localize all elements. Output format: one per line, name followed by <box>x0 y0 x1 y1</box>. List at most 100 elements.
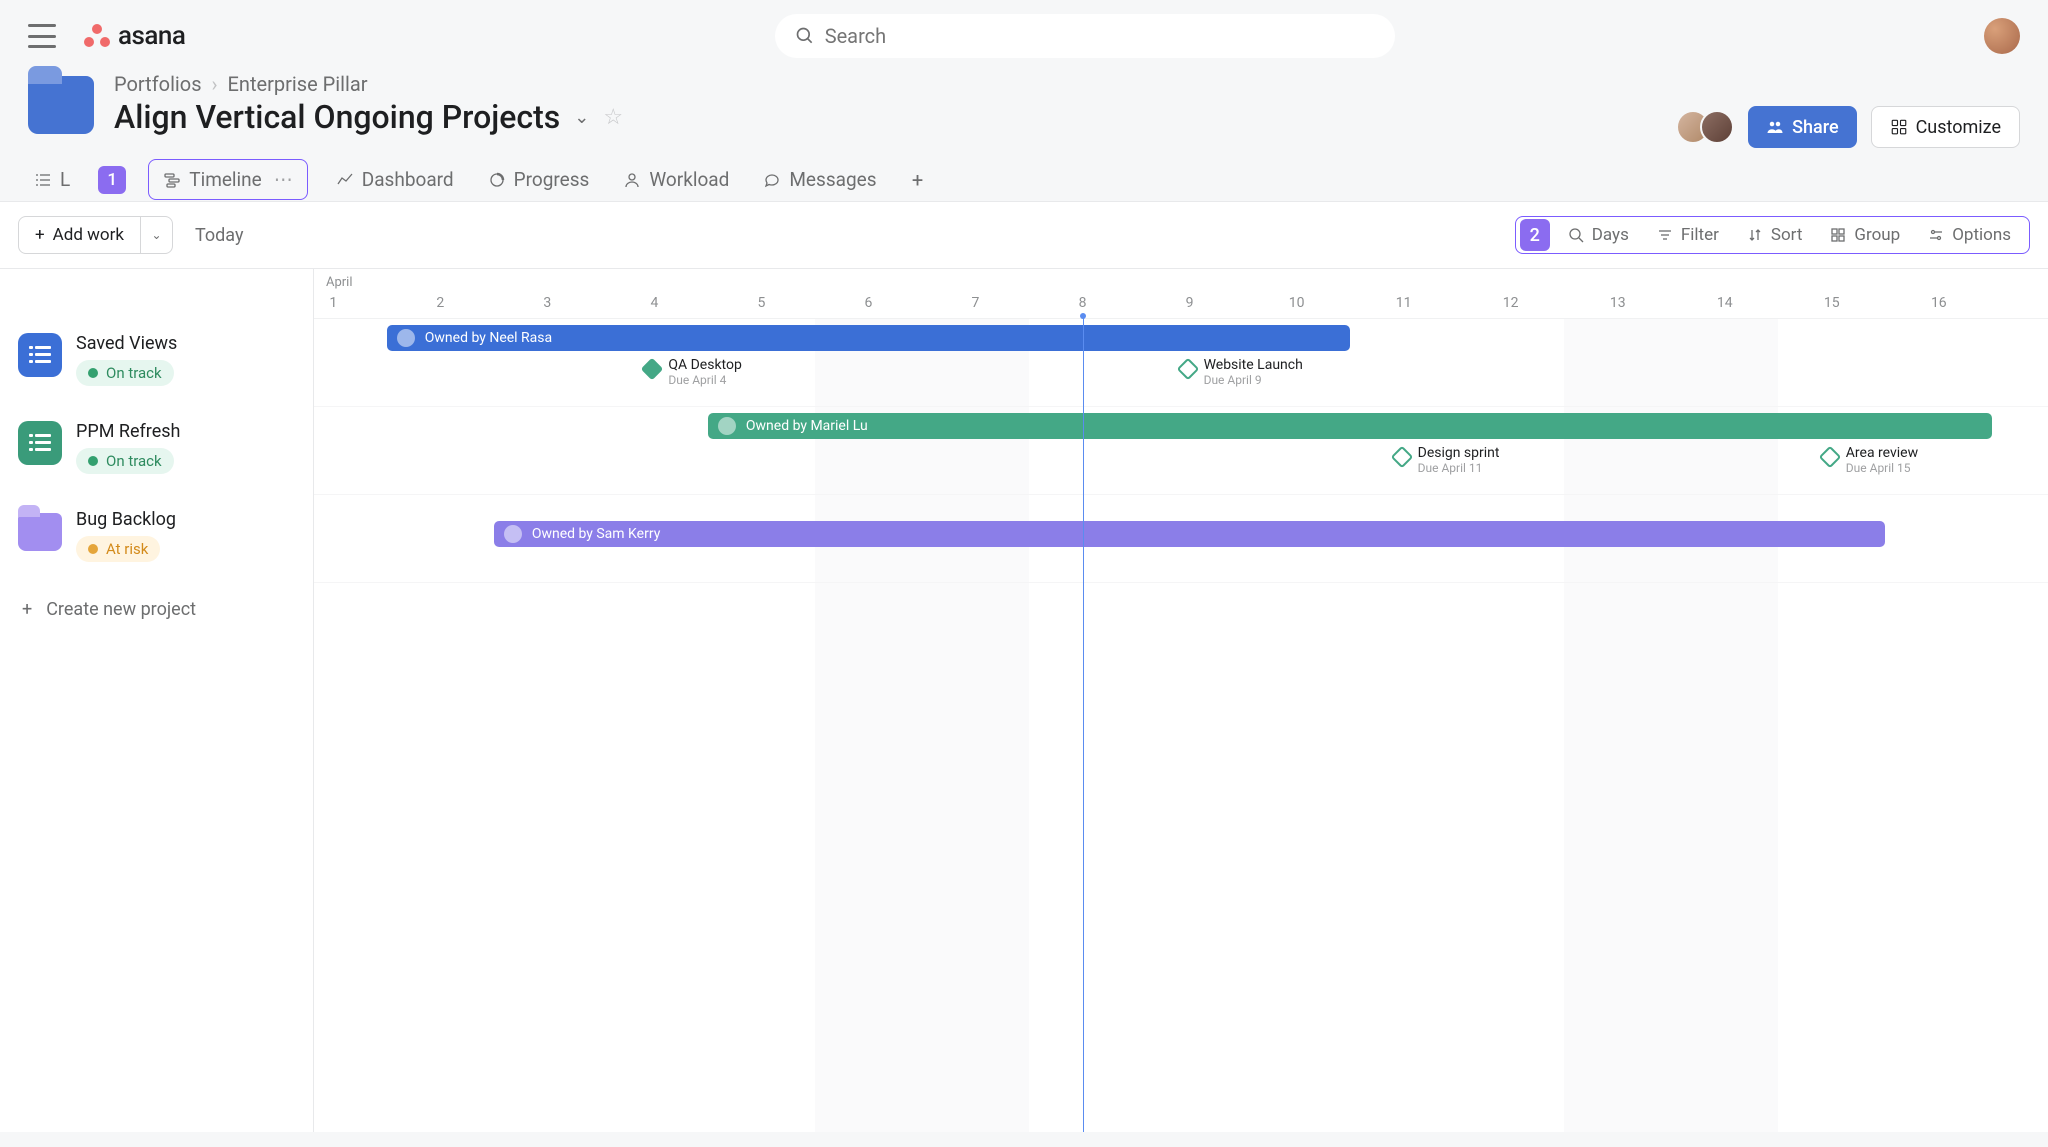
milestone-title: QA Desktop <box>668 357 741 373</box>
breadcrumb-root[interactable]: Portfolios <box>114 72 202 96</box>
project-name: PPM Refresh <box>76 421 180 442</box>
timeline-view: Saved Views On track PPM Refresh On trac… <box>0 269 2048 1132</box>
bar-owner-label: Owned by Mariel Lu <box>746 418 868 434</box>
search-bar[interactable] <box>775 14 1395 58</box>
breadcrumb-parent[interactable]: Enterprise Pillar <box>228 72 368 96</box>
messages-icon <box>763 171 781 189</box>
asana-logo-text: asana <box>118 21 185 51</box>
list-icon <box>34 171 52 189</box>
tab-progress[interactable]: Progress <box>482 158 596 201</box>
sort-button[interactable]: Sort <box>1733 219 1817 251</box>
timeline-bar[interactable]: Owned by Mariel Lu <box>708 413 1992 439</box>
progress-icon <box>488 171 506 189</box>
month-label: April <box>326 275 353 290</box>
day-label: 11 <box>1396 295 1412 311</box>
tab-timeline[interactable]: Timeline ⋯ <box>148 159 308 200</box>
day-label: 3 <box>543 295 551 311</box>
options-button[interactable]: Options <box>1914 219 2025 251</box>
filter-icon <box>1657 227 1673 243</box>
day-label: 9 <box>1186 295 1194 311</box>
options-icon <box>1928 227 1944 243</box>
chevron-down-icon: ⌄ <box>151 228 161 242</box>
tab-progress-label: Progress <box>514 168 590 191</box>
milestone-title: Website Launch <box>1204 357 1303 373</box>
tab-messages-label: Messages <box>789 168 876 191</box>
day-label: 6 <box>865 295 873 311</box>
bar-owner-label: Owned by Neel Rasa <box>425 330 552 346</box>
group-icon <box>1830 227 1846 243</box>
day-label: 12 <box>1503 295 1519 311</box>
add-work-dropdown[interactable]: ⌄ <box>141 216 173 254</box>
project-icon <box>18 333 62 377</box>
callout-badge-1: 1 <box>98 166 126 194</box>
today-line <box>1083 315 1084 1132</box>
tab-workload[interactable]: Workload <box>617 158 735 201</box>
asana-logo-icon <box>84 24 110 48</box>
project-row[interactable]: Saved Views On track <box>0 319 313 407</box>
search-input[interactable] <box>825 24 1375 48</box>
create-project-button[interactable]: +Create new project <box>0 583 313 636</box>
star-icon[interactable]: ☆ <box>603 105 623 130</box>
search-icon <box>795 26 815 46</box>
diamond-icon <box>1390 446 1413 469</box>
owner-avatar <box>504 525 522 543</box>
user-avatar[interactable] <box>1984 18 2020 54</box>
owner-avatar <box>718 417 736 435</box>
plus-icon: + <box>35 225 45 245</box>
customize-label: Customize <box>1916 117 2001 138</box>
tab-timeline-label: Timeline <box>189 168 262 191</box>
sort-label: Sort <box>1771 225 1803 245</box>
customize-button[interactable]: Customize <box>1871 106 2020 148</box>
milestone[interactable]: QA Desktop Due April 4 <box>644 357 741 387</box>
milestone[interactable]: Area review Due April 15 <box>1822 445 1918 475</box>
milestone[interactable]: Design sprint Due April 11 <box>1394 445 1500 475</box>
days-label: Days <box>1592 225 1629 245</box>
today-marker <box>1080 313 1086 319</box>
add-work-label: Add work <box>53 225 124 245</box>
diamond-icon <box>641 358 664 381</box>
dashboard-icon <box>336 171 354 189</box>
title-dropdown[interactable]: ⌄ <box>574 107 589 128</box>
tab-dashboard[interactable]: Dashboard <box>330 158 460 201</box>
project-row[interactable]: PPM Refresh On track <box>0 407 313 495</box>
day-label: 1 <box>329 295 337 311</box>
customize-icon <box>1890 118 1908 136</box>
timeline-bar[interactable]: Owned by Neel Rasa <box>387 325 1350 351</box>
tab-workload-label: Workload <box>649 168 729 191</box>
timeline-bar[interactable]: Owned by Sam Kerry <box>494 521 1885 547</box>
day-label: 8 <box>1079 295 1087 311</box>
add-work-button[interactable]: + Add work <box>18 216 141 254</box>
milestone-due: Due April 9 <box>1204 373 1303 387</box>
tab-more-icon[interactable]: ⋯ <box>274 168 293 191</box>
share-label: Share <box>1792 117 1838 138</box>
group-button[interactable]: Group <box>1816 219 1914 251</box>
timeline-lane: Owned by Neel Rasa QA Desktop Due April … <box>314 319 2048 407</box>
group-label: Group <box>1854 225 1900 245</box>
member-avatars[interactable] <box>1676 110 1734 144</box>
timeline-icon <box>163 171 181 189</box>
status-badge: On track <box>76 360 174 386</box>
add-tab-button[interactable]: + <box>905 167 931 193</box>
milestone[interactable]: Website Launch Due April 9 <box>1180 357 1303 387</box>
chevron-right-icon: › <box>212 72 218 96</box>
page-title: Align Vertical Ongoing Projects <box>114 98 560 136</box>
tab-list[interactable]: L <box>28 158 76 201</box>
menu-toggle[interactable] <box>28 24 56 48</box>
timeline-lane: Owned by Mariel Lu Design sprint Due Apr… <box>314 407 2048 495</box>
timeline-lane: Owned by Sam Kerry <box>314 495 2048 583</box>
plus-icon: + <box>22 599 32 620</box>
asana-logo[interactable]: asana <box>84 21 185 51</box>
diamond-icon <box>1818 446 1841 469</box>
day-label: 16 <box>1931 295 1947 311</box>
days-button[interactable]: Days <box>1554 219 1643 251</box>
avatar <box>1700 110 1734 144</box>
people-icon <box>1766 118 1784 136</box>
filter-button[interactable]: Filter <box>1643 219 1733 251</box>
project-row[interactable]: Bug Backlog At risk <box>0 495 313 583</box>
today-button[interactable]: Today <box>187 225 251 246</box>
share-button[interactable]: Share <box>1748 106 1856 148</box>
tab-messages[interactable]: Messages <box>757 158 882 201</box>
milestone-due: Due April 4 <box>668 373 741 387</box>
filter-label: Filter <box>1681 225 1719 245</box>
callout-badge-2: 2 <box>1520 219 1550 251</box>
